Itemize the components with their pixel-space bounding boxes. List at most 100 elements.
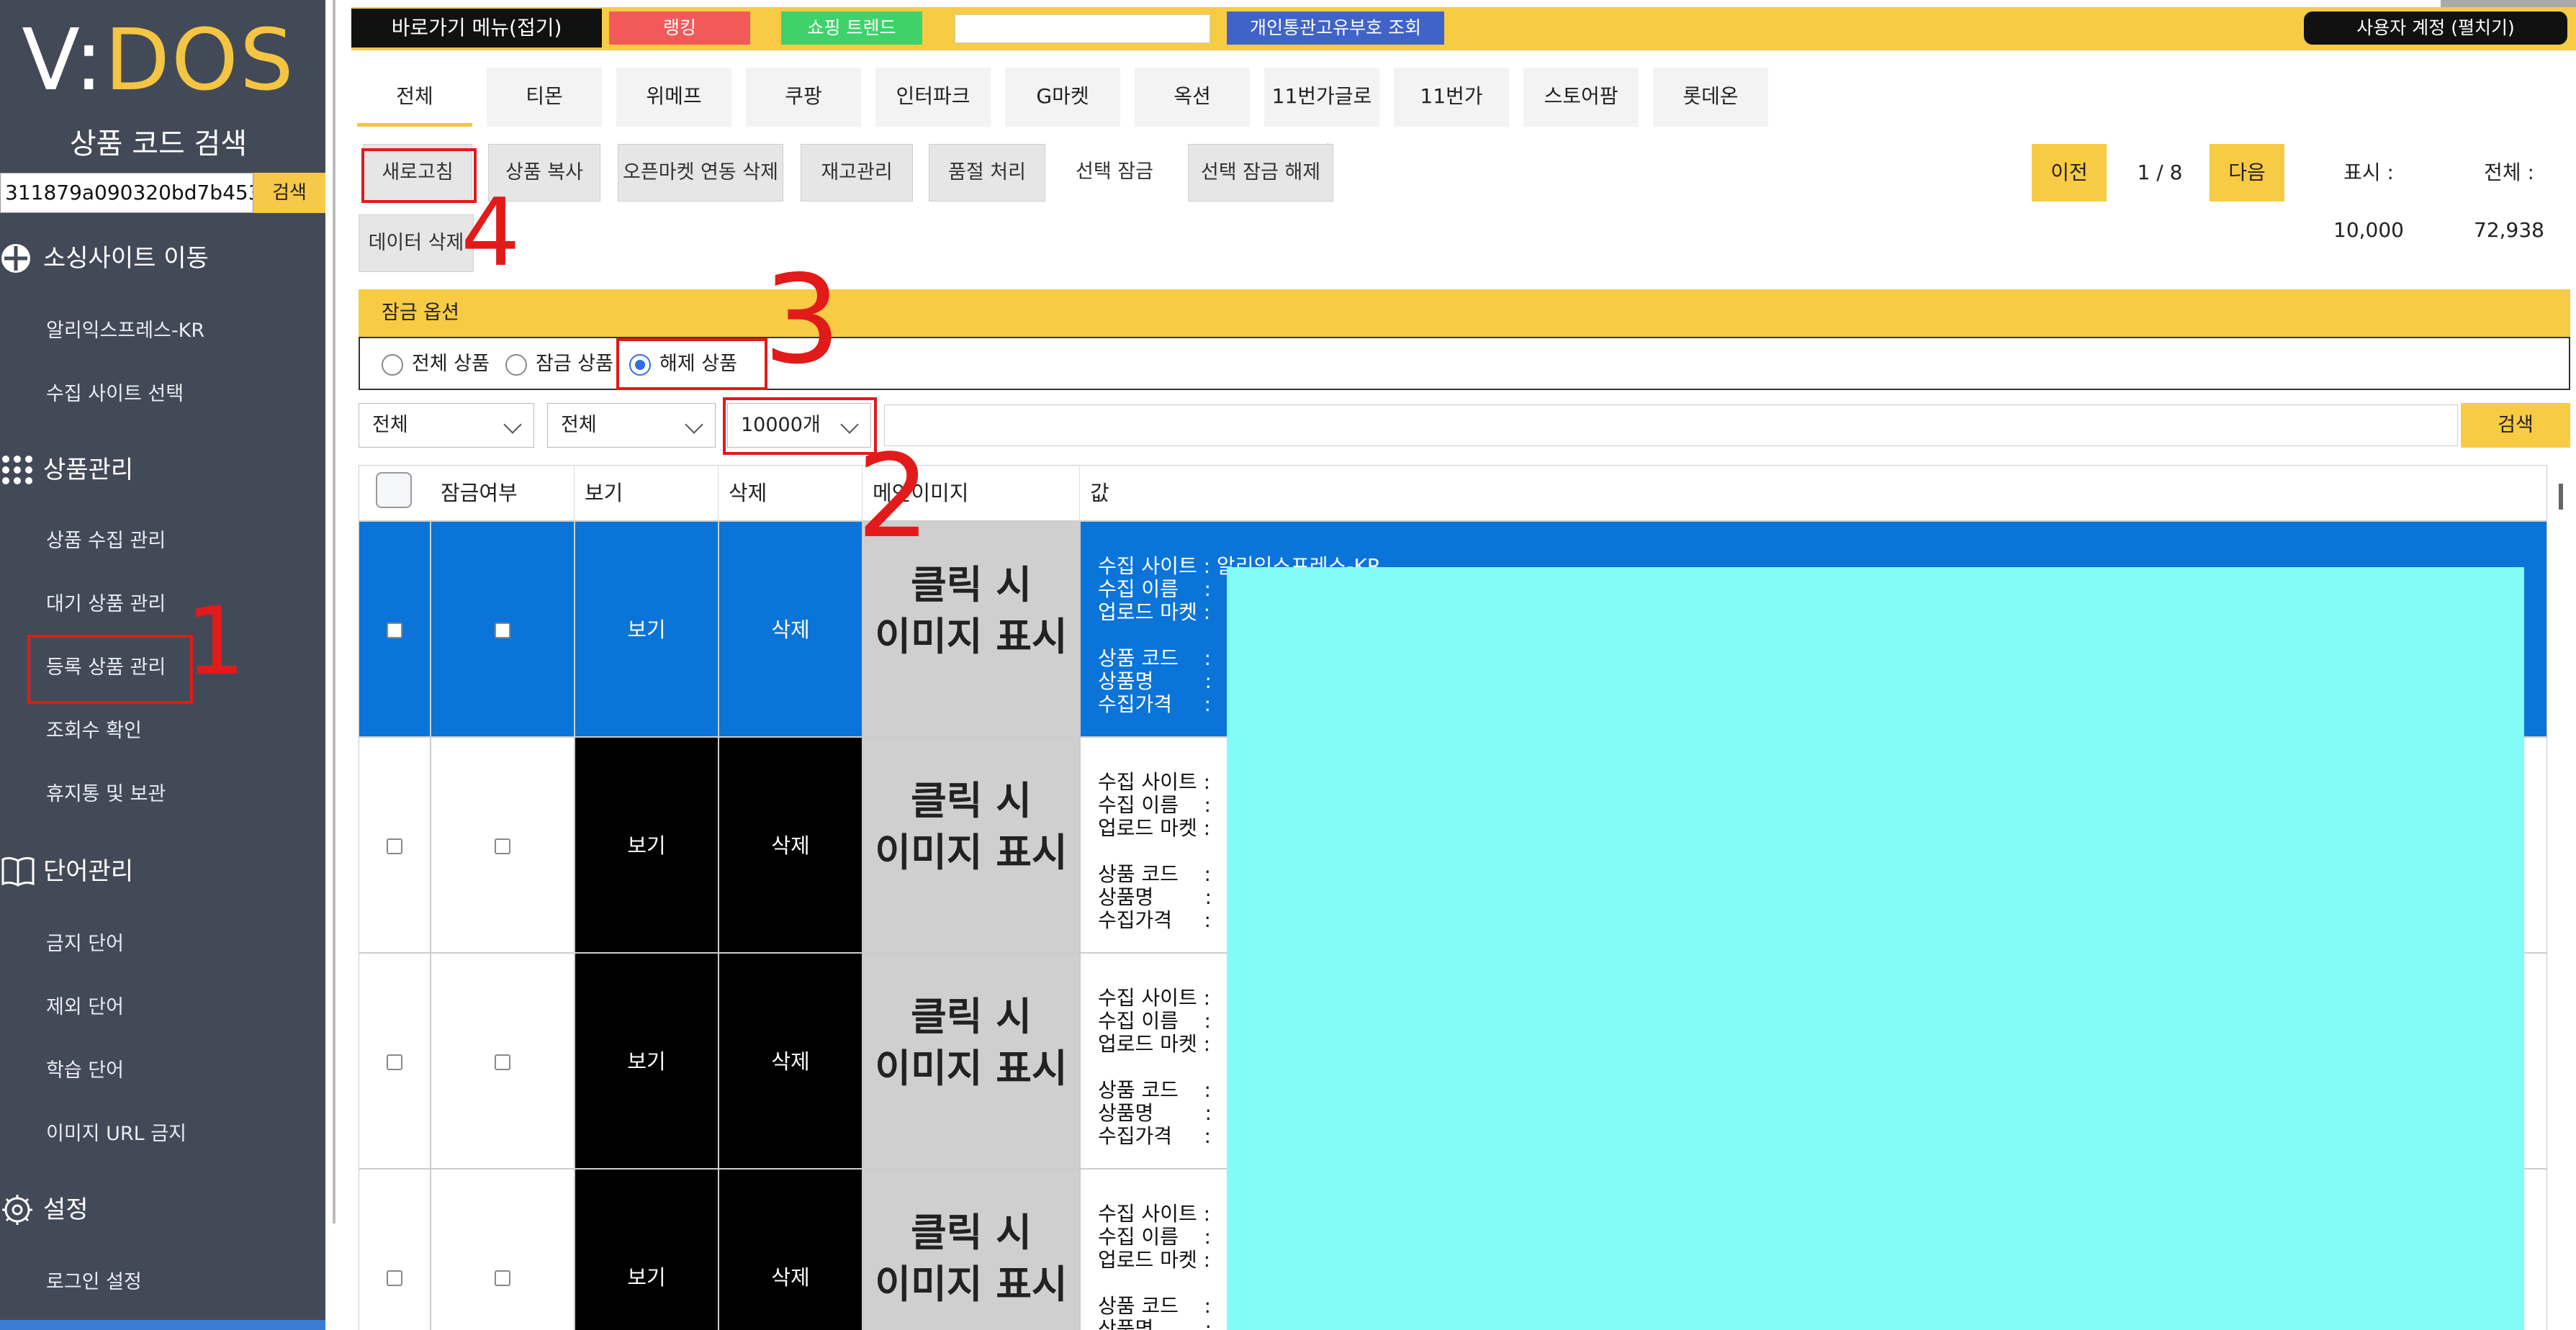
tab-auction[interactable]: 옥션 bbox=[1135, 68, 1250, 127]
filter-select-1[interactable]: 전체 bbox=[359, 403, 534, 448]
lock-option-locked[interactable]: 잠금 상품 bbox=[505, 351, 613, 377]
top-strip bbox=[2441, 0, 2576, 7]
sidebar-item-learned-words[interactable]: 학습 단어 bbox=[0, 1049, 325, 1092]
lock-checkbox[interactable] bbox=[495, 623, 510, 638]
image-hint-line1: 클릭 시 bbox=[911, 778, 1032, 823]
sidebar-item-views[interactable]: 조회수 확인 bbox=[0, 710, 325, 753]
tab-storefarm[interactable]: 스토어팜 bbox=[1523, 68, 1639, 127]
unlock-selected-button[interactable]: 선택 잠금 해제 bbox=[1188, 144, 1333, 202]
prev-page-button[interactable]: 이전 bbox=[2032, 144, 2107, 202]
image-hint-line2: 이미지 표시 bbox=[875, 830, 1068, 875]
total-count: 전체 : 72,938 bbox=[2474, 160, 2544, 242]
filter-select-value: 전체 bbox=[561, 414, 597, 436]
sidebar-scrollbar[interactable] bbox=[333, 0, 335, 1223]
filter-search-input[interactable] bbox=[884, 404, 2458, 446]
tab-all[interactable]: 전체 bbox=[357, 68, 472, 127]
row-checkbox[interactable] bbox=[387, 1270, 402, 1286]
compass-icon bbox=[0, 242, 36, 275]
annotation-box-refresh bbox=[361, 148, 477, 203]
sidebar-active-indicator bbox=[0, 1320, 325, 1330]
shopping-trend-button[interactable]: 쇼핑 트렌드 bbox=[781, 12, 922, 45]
sidebar-section-products[interactable]: 상품관리 bbox=[0, 445, 325, 495]
lock-option-all[interactable]: 전체 상품 bbox=[382, 351, 490, 377]
sidebar-section-sourcing[interactable]: 소싱사이트 이동 bbox=[0, 233, 325, 284]
tab-gmarket[interactable]: G마켓 bbox=[1005, 68, 1120, 127]
lock-cell bbox=[431, 737, 575, 953]
tab-interpark[interactable]: 인터파크 bbox=[875, 68, 991, 127]
stock-manage-button[interactable]: 재고관리 bbox=[801, 144, 913, 202]
filter-select-2[interactable]: 전체 bbox=[547, 403, 716, 448]
lock-cell bbox=[431, 1169, 575, 1330]
view-button[interactable]: 보기 bbox=[575, 1169, 719, 1330]
user-account-toggle[interactable]: 사용자 계정 (펼치기) bbox=[2304, 12, 2567, 45]
sidebar-item-collect-site[interactable]: 수집 사이트 선택 bbox=[0, 373, 325, 416]
main-image-placeholder[interactable]: 클릭 시 이미지 표시 bbox=[863, 953, 1080, 1169]
customs-lookup-button[interactable]: 개인통관고유부호 조회 bbox=[1227, 12, 1444, 45]
sidebar-item-image-url-ban[interactable]: 이미지 URL 금지 bbox=[0, 1113, 325, 1156]
image-hint-line1: 클릭 시 bbox=[911, 1210, 1032, 1255]
lock-checkbox[interactable] bbox=[495, 838, 510, 854]
row-checkbox[interactable] bbox=[387, 623, 402, 638]
row-checkbox[interactable] bbox=[387, 1054, 402, 1070]
sidebar-section-settings[interactable]: 설정 bbox=[0, 1185, 325, 1235]
book-icon bbox=[0, 855, 36, 888]
sidebar-item-collect-manage[interactable]: 상품 수집 관리 bbox=[0, 520, 325, 563]
delete-data-button[interactable]: 데이터 삭제 bbox=[359, 214, 474, 272]
lock-checkbox[interactable] bbox=[495, 1054, 510, 1070]
sidebar-item-banned-words[interactable]: 금지 단어 bbox=[0, 923, 325, 966]
tab-lotteon[interactable]: 롯데온 bbox=[1653, 68, 1768, 127]
delete-button[interactable]: 삭제 bbox=[719, 521, 863, 737]
app-logo[interactable]: V:DOS bbox=[0, 13, 317, 107]
sidebar-section-label: 상품관리 bbox=[43, 456, 134, 484]
row-select-cell bbox=[359, 953, 431, 1169]
table-scrollbar[interactable] bbox=[2559, 484, 2563, 510]
lock-selected-button[interactable]: 선택 잠금 bbox=[1058, 144, 1171, 202]
sidebar-section-label: 소싱사이트 이동 bbox=[43, 244, 209, 273]
product-info-text: 수집 사이트 : 수집 이름 : 업로드 마켓 : 상품 코드 : 상품명 : … bbox=[1098, 986, 1212, 1148]
delete-button[interactable]: 삭제 bbox=[719, 953, 863, 1169]
sidebar-item-trash[interactable]: 휴지통 및 보관 bbox=[0, 773, 325, 816]
view-button[interactable]: 보기 bbox=[575, 521, 719, 737]
tab-11st-global[interactable]: 11번가글로벌 bbox=[1264, 68, 1379, 166]
sidebar-item-login-settings[interactable]: 로그인 설정 bbox=[0, 1261, 325, 1304]
ranking-button[interactable]: 랭킹 bbox=[609, 12, 750, 45]
tab-coupang[interactable]: 쿠팡 bbox=[746, 68, 861, 127]
product-code-search-button[interactable]: 검색 bbox=[253, 173, 325, 213]
tab-tmon[interactable]: 티몬 bbox=[487, 68, 602, 127]
row-select-cell bbox=[359, 521, 431, 737]
tab-wemakeprice[interactable]: 위메프 bbox=[616, 68, 731, 127]
select-all-checkbox[interactable] bbox=[376, 472, 412, 508]
product-code-search-input[interactable]: 311879a090320bd7b4534 bbox=[0, 173, 253, 213]
lock-checkbox[interactable] bbox=[495, 1270, 510, 1286]
view-button[interactable]: 보기 bbox=[575, 953, 719, 1169]
sidebar-section-words[interactable]: 단어관리 bbox=[0, 846, 325, 897]
openmarket-delete-button[interactable]: 오픈마켓 연동 삭제 bbox=[618, 144, 783, 202]
next-page-button[interactable]: 다음 bbox=[2210, 144, 2284, 202]
radio-icon bbox=[505, 353, 527, 376]
column-header-view: 보기 bbox=[575, 465, 719, 521]
annotation-number-1: 1 bbox=[186, 587, 246, 696]
logo-v: V: bbox=[22, 10, 105, 109]
sidebar-item-pending-manage[interactable]: 대기 상품 관리 bbox=[0, 583, 325, 626]
image-hint-line1: 클릭 시 bbox=[911, 994, 1032, 1039]
sidebar-item-aliexpress[interactable]: 알리익스프레스-KR bbox=[0, 309, 325, 353]
shortcut-menu-toggle[interactable]: 바로가기 메뉴(접기) bbox=[351, 9, 602, 48]
gear-icon bbox=[0, 1193, 36, 1226]
radio-icon bbox=[382, 353, 403, 376]
row-select-cell bbox=[359, 1169, 431, 1330]
filter-search-button[interactable]: 검색 bbox=[2461, 403, 2570, 448]
soldout-button[interactable]: 품절 처리 bbox=[929, 144, 1045, 202]
view-button[interactable]: 보기 bbox=[575, 737, 719, 953]
main-image-placeholder[interactable]: 클릭 시이미지 표시 bbox=[863, 737, 1080, 953]
customs-code-input[interactable] bbox=[955, 14, 1210, 43]
main-image-placeholder[interactable]: 클릭 시 이미지 표시 bbox=[863, 1169, 1080, 1330]
row-checkbox[interactable] bbox=[387, 838, 402, 854]
lock-option-label: 전체 상품 bbox=[412, 353, 490, 375]
delete-button[interactable]: 삭제 bbox=[719, 737, 863, 953]
product-info-text: 수집 사이트 : 수집 이름 : 업로드 마켓 : 상품 코드 : 상품명 : … bbox=[1098, 770, 1212, 932]
tab-11st[interactable]: 11번가 bbox=[1394, 68, 1509, 127]
image-hint-line2: 이미지 표시 bbox=[875, 614, 1068, 659]
sidebar-item-excluded-words[interactable]: 제외 단어 bbox=[0, 986, 325, 1029]
column-header-delete: 삭제 bbox=[719, 465, 863, 521]
delete-button[interactable]: 삭제 bbox=[719, 1169, 863, 1330]
